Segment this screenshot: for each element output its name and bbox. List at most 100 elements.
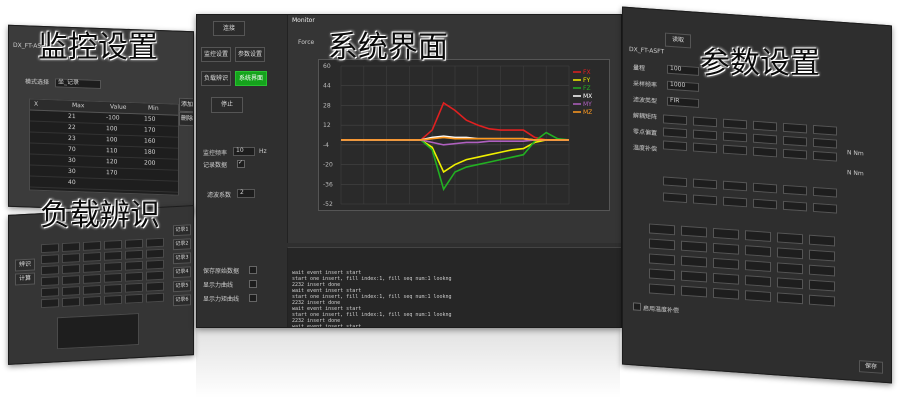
load-grid-cell[interactable]: [146, 248, 164, 259]
param-cell[interactable]: [809, 279, 835, 292]
save-raw-checkbox[interactable]: [249, 266, 257, 274]
param-cell[interactable]: [713, 272, 739, 285]
param-cell[interactable]: [777, 247, 803, 260]
param-cell[interactable]: [713, 257, 739, 270]
load-grid-cell[interactable]: [41, 287, 59, 298]
mode-select[interactable]: 坐_记录: [55, 78, 101, 89]
force-combo[interactable]: Force: [298, 39, 314, 46]
delete-button[interactable]: 删除: [179, 111, 194, 127]
param-cell[interactable]: [681, 225, 707, 238]
load-grid-cell[interactable]: [125, 271, 143, 282]
load-grid-cell[interactable]: [83, 285, 101, 295]
param-cell[interactable]: [723, 144, 747, 156]
load-side-button[interactable]: 记录1: [173, 224, 191, 237]
system-interface-button[interactable]: 系统界面: [235, 71, 267, 86]
load-grid-cell[interactable]: [41, 254, 59, 265]
param-cell[interactable]: [649, 268, 675, 281]
param-cell[interactable]: [693, 178, 717, 190]
param-cell[interactable]: [753, 133, 777, 145]
param-cell[interactable]: [663, 140, 687, 152]
add-button[interactable]: 添加: [179, 97, 194, 113]
load-grid-cell[interactable]: [125, 282, 143, 293]
show-torque-checkbox[interactable]: [249, 294, 257, 302]
identify-button[interactable]: 辨识: [15, 258, 35, 272]
param-cell[interactable]: [809, 249, 835, 262]
param-cell[interactable]: [723, 118, 747, 130]
param-cell[interactable]: [649, 223, 675, 236]
param-cell[interactable]: [663, 127, 687, 139]
save-button[interactable]: 保存: [859, 360, 883, 374]
param-cell[interactable]: [783, 122, 807, 134]
load-side-button[interactable]: 记录2: [173, 238, 191, 251]
load-grid-cell[interactable]: [83, 296, 101, 306]
param-cell[interactable]: [813, 150, 837, 162]
temp-comp-checkbox[interactable]: [633, 302, 641, 311]
param-cell[interactable]: [753, 198, 777, 210]
load-grid-cell[interactable]: [104, 239, 122, 250]
load-grid-cell[interactable]: [62, 275, 80, 286]
load-grid-cell[interactable]: [125, 238, 143, 249]
read-button[interactable]: 读取: [665, 32, 691, 49]
param-cell[interactable]: [681, 285, 707, 298]
range-input[interactable]: 100: [667, 64, 699, 76]
load-grid-cell[interactable]: [41, 265, 59, 276]
load-grid-cell[interactable]: [62, 286, 80, 297]
param-cell[interactable]: [693, 129, 717, 141]
load-grid-cell[interactable]: [125, 293, 143, 304]
monitor-settings-button[interactable]: 监控设置: [201, 47, 231, 62]
param-cell[interactable]: [777, 262, 803, 275]
param-cell[interactable]: [753, 182, 777, 194]
load-side-button[interactable]: 记录4: [173, 266, 191, 279]
param-cell[interactable]: [753, 120, 777, 132]
param-cell[interactable]: [681, 255, 707, 268]
param-cell[interactable]: [713, 227, 739, 240]
param-cell[interactable]: [693, 194, 717, 206]
load-grid-cell[interactable]: [83, 241, 101, 251]
param-cell[interactable]: [681, 270, 707, 283]
param-cell[interactable]: [649, 283, 675, 296]
load-grid-cell[interactable]: [41, 298, 59, 309]
param-cell[interactable]: [745, 275, 771, 287]
param-cell[interactable]: [681, 240, 707, 253]
param-cell[interactable]: [813, 137, 837, 149]
param-cell[interactable]: [809, 264, 835, 277]
load-grid-cell[interactable]: [83, 274, 101, 284]
param-cell[interactable]: [723, 180, 747, 192]
load-grid-cell[interactable]: [146, 270, 164, 281]
param-cell[interactable]: [649, 238, 675, 251]
param-cell[interactable]: [663, 176, 687, 188]
param-cell[interactable]: [745, 290, 771, 302]
load-grid-cell[interactable]: [146, 259, 164, 270]
param-cell[interactable]: [783, 200, 807, 212]
load-grid-cell[interactable]: [104, 294, 122, 305]
freq-input[interactable]: 1000: [667, 80, 699, 92]
param-cell[interactable]: [783, 135, 807, 147]
param-cell[interactable]: [783, 148, 807, 160]
load-side-button[interactable]: 记录5: [173, 280, 191, 293]
stop-button[interactable]: 停止: [211, 97, 243, 113]
param-cell[interactable]: [723, 131, 747, 143]
param-cell[interactable]: [783, 184, 807, 196]
param-cell[interactable]: [649, 253, 675, 266]
param-cell[interactable]: [813, 186, 837, 198]
param-cell[interactable]: [745, 230, 771, 242]
monitor-tab[interactable]: Monitor: [292, 17, 315, 24]
load-side-button[interactable]: 记录6: [173, 294, 191, 307]
param-cell[interactable]: [813, 124, 837, 136]
param-cell[interactable]: [753, 146, 777, 158]
param-cell[interactable]: [809, 294, 835, 307]
load-side-button[interactable]: 记录3: [173, 252, 191, 265]
record-data-checkbox[interactable]: ✓: [237, 159, 245, 168]
load-grid-cell[interactable]: [62, 264, 80, 275]
param-cell[interactable]: [745, 260, 771, 272]
param-cell[interactable]: [693, 142, 717, 154]
load-grid-cell[interactable]: [41, 276, 59, 287]
param-cell[interactable]: [713, 287, 739, 300]
param-cell[interactable]: [723, 196, 747, 208]
load-grid-cell[interactable]: [104, 250, 122, 261]
param-cell[interactable]: [777, 292, 803, 305]
param-cell[interactable]: [809, 234, 835, 247]
load-grid-cell[interactable]: [104, 261, 122, 272]
calc-button[interactable]: 计算: [15, 272, 35, 286]
load-grid-cell[interactable]: [62, 253, 80, 264]
